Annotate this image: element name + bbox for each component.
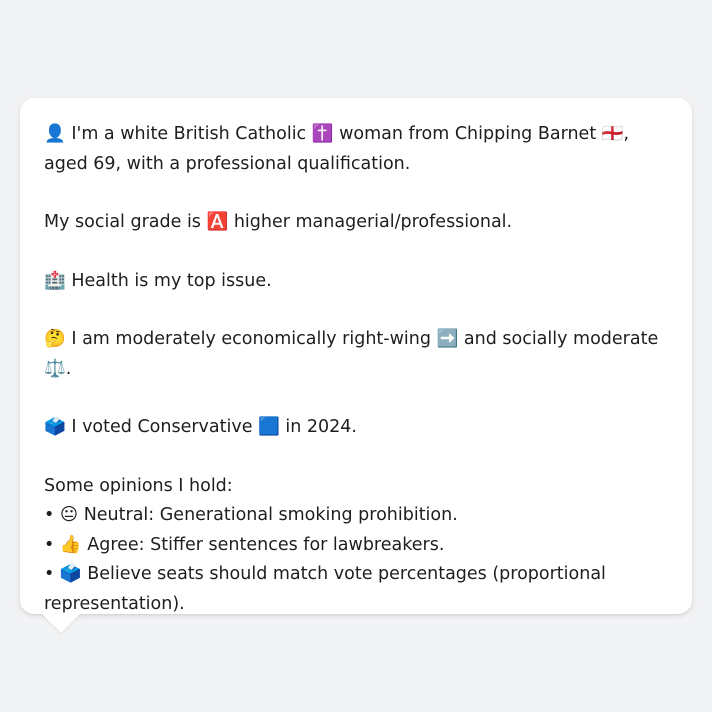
opinion-item: • 👍 Agree: Stiffer sentences for lawbrea…: [44, 534, 445, 555]
intro-text: 👤 I'm a white British Catholic ✝️ woman …: [44, 124, 630, 174]
opinions-heading: Some opinions I hold:: [44, 475, 233, 496]
persona-message-bubble: 👤 I'm a white British Catholic ✝️ woman …: [20, 98, 692, 614]
top-issue-text: 🏥 Health is my top issue.: [44, 270, 272, 291]
bubble-tail: [41, 613, 81, 633]
ideology-text: 🤔 I am moderately economically right-win…: [44, 329, 659, 379]
social-grade-text: My social grade is 🅰️ higher managerial/…: [44, 212, 513, 232]
opinion-item: • 🗳️ Believe seats should match vote per…: [44, 564, 606, 614]
vote-text: 🗳️ I voted Conservative 🟦 in 2024.: [44, 417, 357, 437]
opinion-item: • 😐 Neutral: Generational smoking prohib…: [44, 505, 458, 525]
